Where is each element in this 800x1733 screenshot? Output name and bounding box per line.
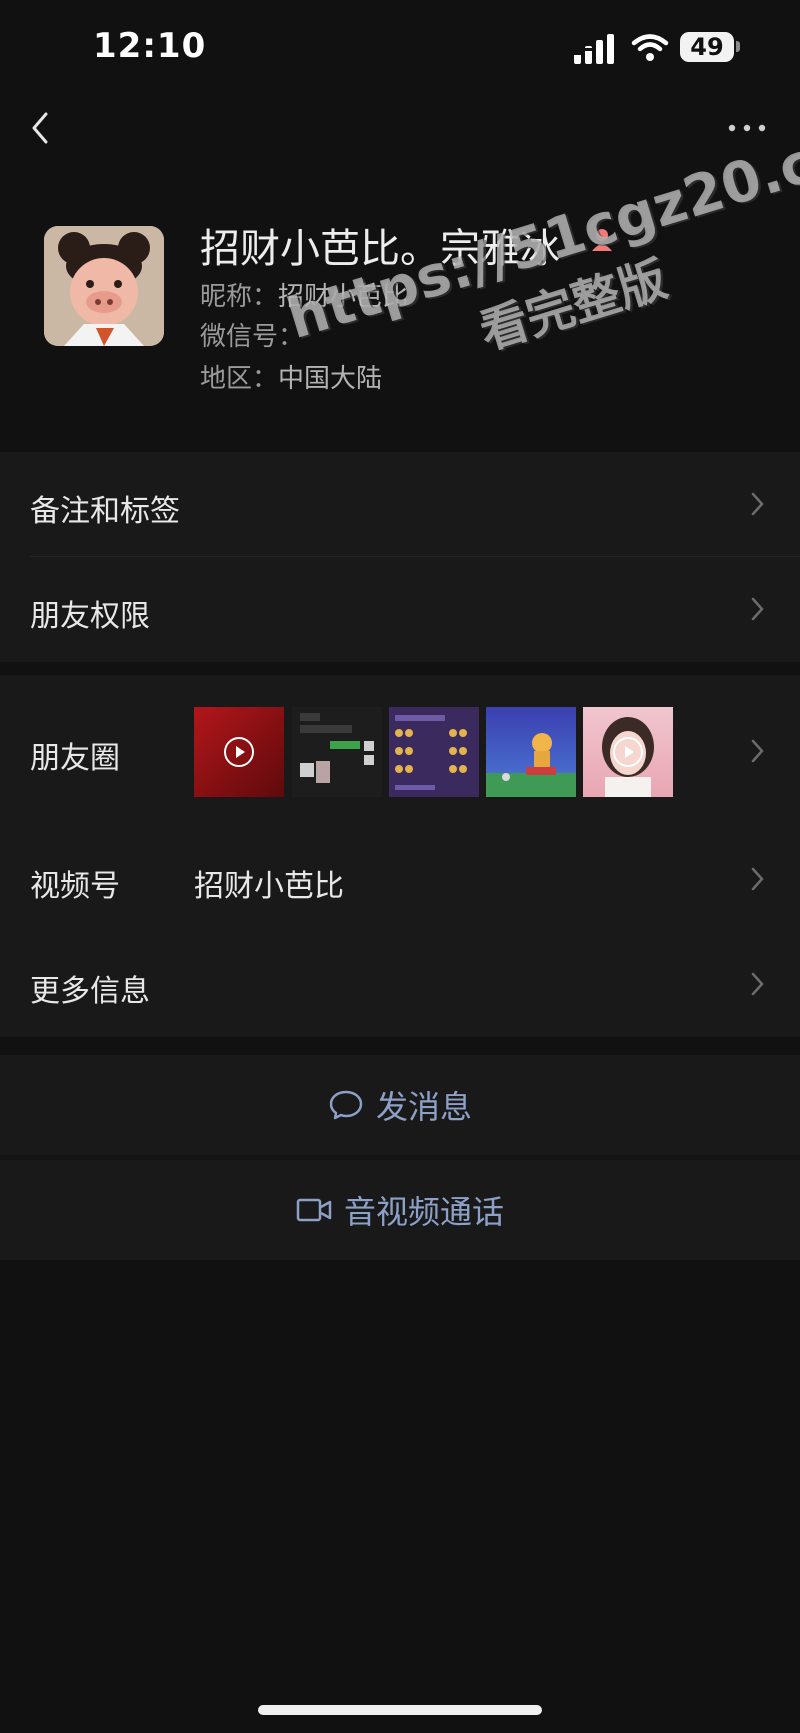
region-value: 中国大陆 (278, 364, 383, 394)
wechat-id-line: 微信号： (200, 316, 304, 353)
more-info-row[interactable]: 更多信息 (0, 932, 800, 1037)
remarks-tags-label: 备注和标签 (30, 494, 180, 529)
avatar-image (44, 226, 164, 346)
channels-value: 招财小芭比 (194, 869, 344, 904)
moments-thumbnail[interactable] (389, 707, 479, 797)
friend-permissions-row[interactable]: 朋友权限 (0, 557, 800, 661)
chevron-right-icon (751, 492, 764, 516)
chevron-right-icon (751, 972, 764, 996)
moments-label: 朋友圈 (30, 741, 120, 776)
game-screenshot-image (395, 715, 467, 790)
region-label: 地区： (200, 364, 279, 394)
friend-permissions-label: 朋友权限 (30, 599, 150, 634)
send-message-label: 发消息 (376, 1088, 473, 1126)
send-message-button[interactable]: 发消息 (0, 1055, 800, 1155)
signal-icon (574, 34, 614, 64)
moments-thumbnail[interactable] (486, 707, 576, 797)
region-line: 地区：中国大陆 (200, 358, 382, 395)
nickname-value: 招财小芭比 (278, 282, 409, 312)
wechat-id-label: 微信号： (200, 322, 305, 352)
nickname-label: 昵称： (200, 282, 279, 312)
female-gender-icon (592, 229, 612, 251)
cartoon-image (486, 733, 576, 797)
wifi-icon (631, 34, 669, 61)
video-call-button[interactable]: 音视频通话 (0, 1160, 800, 1260)
chevron-right-icon (751, 739, 764, 763)
settings-group-1: 备注和标签 朋友权限 (0, 452, 800, 662)
video-camera-icon (296, 1198, 332, 1222)
back-chevron-icon[interactable] (26, 108, 56, 148)
chevron-right-icon (751, 597, 764, 621)
chat-screenshot-image (300, 713, 374, 783)
channels-row[interactable]: 视频号 招财小芭比 (0, 827, 800, 932)
display-name: 招财小芭比。宗雅冰 (200, 226, 560, 272)
chevron-right-icon (751, 867, 764, 891)
moments-thumbnail[interactable] (583, 707, 673, 797)
nickname-line: 昵称：招财小芭比 (200, 276, 408, 313)
more-info-label: 更多信息 (30, 974, 150, 1009)
home-indicator[interactable] (258, 1705, 542, 1715)
profile-header: 招财小芭比。宗雅冰 昵称：招财小芭比 微信号： 地区：中国大陆 (0, 200, 800, 450)
chat-bubble-icon (329, 1090, 363, 1120)
moments-thumbnail[interactable] (194, 707, 284, 797)
play-icon (224, 737, 254, 767)
status-bar: 12:10 49 (0, 0, 800, 96)
battery-cap (736, 41, 740, 52)
channels-label: 视频号 (30, 869, 120, 904)
status-time: 12:10 (93, 26, 207, 66)
video-call-label: 音视频通话 (344, 1193, 505, 1231)
action-divider (0, 1155, 800, 1159)
remarks-tags-row[interactable]: 备注和标签 (0, 452, 800, 556)
avatar[interactable] (44, 226, 164, 346)
play-icon (613, 737, 643, 767)
moments-thumbnail[interactable] (292, 707, 382, 797)
more-dots-icon[interactable] (726, 118, 768, 138)
battery-indicator: 49 (680, 32, 734, 62)
